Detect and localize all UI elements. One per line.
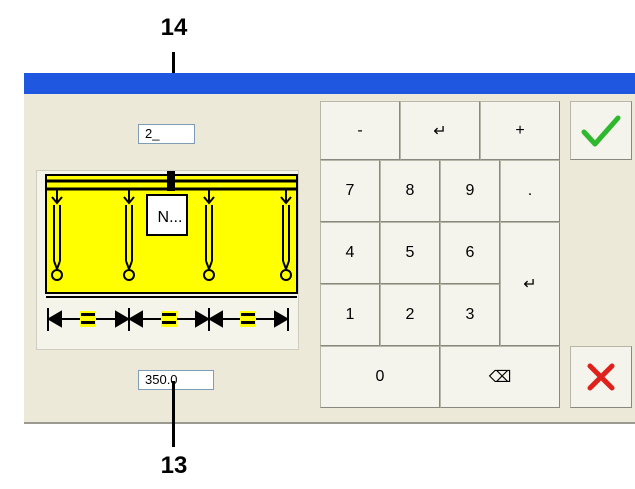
count-input[interactable]: 2_ (138, 124, 195, 144)
spacing-diagram: N... (36, 170, 299, 350)
callout-14: 14 (160, 14, 188, 41)
callout-13: 13 (160, 452, 188, 479)
diagram-count-button[interactable]: N... (152, 200, 188, 236)
spacing-diagram-graphic (45, 171, 298, 331)
key-0[interactable]: 0 (320, 346, 440, 408)
key-7[interactable]: 7 (320, 160, 380, 222)
key-minus[interactable]: - (320, 101, 400, 160)
key-backspace[interactable]: ⌫ (440, 346, 560, 408)
dialog-bottom-border (24, 422, 635, 424)
confirm-button[interactable] (570, 101, 632, 160)
key-4[interactable]: 4 (320, 222, 380, 284)
input-dialog: 2_ N... 350.0 - ↵ + 7 8 9 . 4 5 6 ↵ 1 2 … (24, 94, 635, 424)
callout-13-leader (172, 381, 175, 447)
key-9[interactable]: 9 (440, 160, 500, 222)
key-3[interactable]: 3 (440, 284, 500, 346)
key-6[interactable]: 6 (440, 222, 500, 284)
key-dot[interactable]: . (500, 160, 560, 222)
key-1[interactable]: 1 (320, 284, 380, 346)
key-5[interactable]: 5 (380, 222, 440, 284)
key-8[interactable]: 8 (380, 160, 440, 222)
key-enter-right[interactable]: ↵ (500, 222, 560, 346)
key-2[interactable]: 2 (380, 284, 440, 346)
window-titlebar (24, 73, 635, 94)
length-input[interactable]: 350.0 (138, 370, 214, 390)
key-plus[interactable]: + (480, 101, 560, 160)
key-enter-top[interactable]: ↵ (400, 101, 480, 160)
checkmark-icon (581, 115, 621, 146)
cancel-button[interactable] (570, 346, 632, 408)
close-icon (587, 363, 615, 391)
